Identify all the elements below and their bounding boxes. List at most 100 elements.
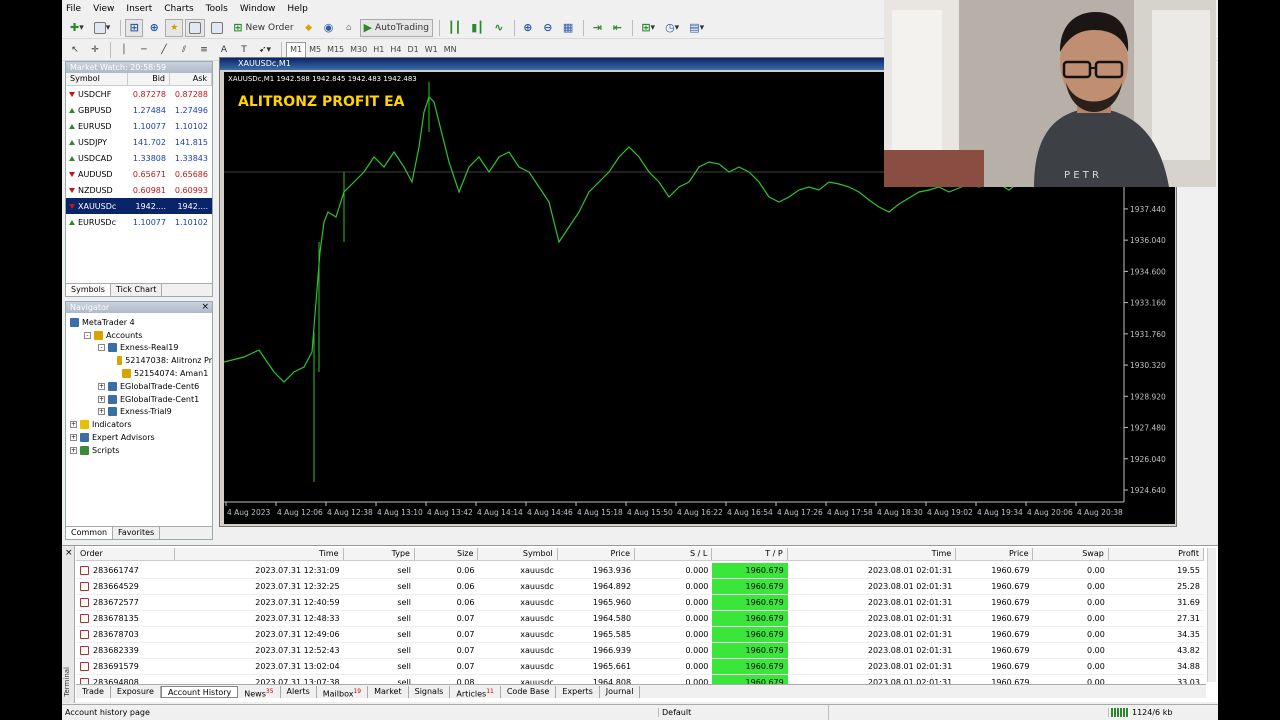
table-row[interactable]: 283661747 2023.07.31 12:31:09 sell 0.06 xauu… <box>76 563 1204 579</box>
timeframe-d1[interactable]: D1 <box>404 42 421 58</box>
candlestick-icon[interactable]: ▮┃ <box>467 19 488 37</box>
close-icon[interactable]: × <box>201 302 209 313</box>
col-open-time[interactable]: Time <box>175 548 344 560</box>
tab-alerts[interactable]: Alerts <box>281 685 317 698</box>
navigator-item[interactable]: 52154074: Aman1 <box>66 367 212 380</box>
timeframe-h1[interactable]: H1 <box>370 42 387 58</box>
market-watch-toggle-icon[interactable]: ⊞ <box>125 18 144 37</box>
templates-icon[interactable]: ▤ ▾ <box>685 19 708 37</box>
menu-charts[interactable]: Charts <box>164 4 193 14</box>
menu-help[interactable]: Help <box>287 4 308 14</box>
navigator-item[interactable]: 52147038: Alitronz Pr <box>66 354 212 367</box>
tab-articles[interactable]: Articles11 <box>450 685 501 698</box>
tab-journal[interactable]: Journal <box>600 685 641 698</box>
market-watch-row[interactable]: USDCAD 1.33808 1.33843 <box>66 150 212 166</box>
market-watch-row[interactable]: XAUUSDc 1942.... 1942.... <box>66 198 212 214</box>
market-watch-row[interactable]: GBPUSD 1.27484 1.27496 <box>66 102 212 118</box>
horizontal-line-icon[interactable]: ─ <box>135 41 153 59</box>
table-row[interactable]: 283682339 2023.07.31 12:52:43 sell 0.07 xauu… <box>76 643 1204 659</box>
col-open-price[interactable]: Price <box>558 548 636 560</box>
channel-icon[interactable]: ⫽ <box>175 41 193 59</box>
tab-exposure[interactable]: Exposure <box>111 685 161 698</box>
col-stop-loss[interactable]: S / L <box>635 548 713 560</box>
arrows-icon[interactable]: ➹▾ <box>255 41 275 59</box>
market-watch-row[interactable]: USDCHF 0.87278 0.87288 <box>66 86 212 102</box>
expand-icon[interactable]: + <box>98 408 105 416</box>
col-take-profit[interactable]: T / P <box>712 548 788 560</box>
navigator-item[interactable]: - Exness-Real19 <box>66 342 212 355</box>
tab-tick-chart[interactable]: Tick Chart <box>111 284 163 296</box>
signals-icon[interactable]: ◉ <box>320 19 338 37</box>
menu-tools[interactable]: Tools <box>206 4 228 14</box>
timeframe-m5[interactable]: M5 <box>306 42 324 58</box>
table-row[interactable]: 283678703 2023.07.31 12:49:06 sell 0.07 xauu… <box>76 627 1204 643</box>
indicators-icon[interactable]: ⊞ ▾ <box>637 19 659 37</box>
close-icon[interactable]: × <box>65 548 73 558</box>
col-type[interactable]: Type <box>344 548 415 560</box>
timeframe-mn[interactable]: MN <box>441 42 460 58</box>
menu-insert[interactable]: Insert <box>126 4 152 14</box>
col-size[interactable]: Size <box>415 548 479 560</box>
tab-favorites[interactable]: Favorites <box>113 527 161 539</box>
line-chart-icon[interactable]: ∿ <box>490 19 508 37</box>
col-order[interactable]: Order <box>76 548 176 560</box>
tab-experts[interactable]: Experts <box>556 685 600 698</box>
menu-view[interactable]: View <box>93 4 114 14</box>
col-symbol[interactable]: Symbol <box>66 73 128 85</box>
navigator-item[interactable]: + Indicators <box>66 418 212 431</box>
market-icon[interactable]: ⌂ <box>340 19 358 37</box>
terminal-toggle-icon[interactable] <box>185 18 206 37</box>
tab-news[interactable]: News35 <box>238 685 281 698</box>
fibonacci-icon[interactable]: ≡ <box>195 41 213 59</box>
table-row[interactable]: 283664529 2023.07.31 12:32:25 sell 0.06 xauu… <box>76 579 1204 595</box>
menu-file[interactable]: File <box>66 4 81 14</box>
autotrading-button[interactable]: ▶ AutoTrading <box>359 18 433 37</box>
tab-signals[interactable]: Signals <box>409 685 451 698</box>
collapse-icon[interactable]: - <box>98 344 105 352</box>
col-ask[interactable]: Ask <box>170 73 212 85</box>
tab-market[interactable]: Market <box>368 685 409 698</box>
navigator-item[interactable]: - Accounts <box>66 329 212 342</box>
col-swap[interactable]: Swap <box>1033 548 1109 560</box>
col-symbol[interactable]: Symbol <box>478 548 558 560</box>
col-close-price[interactable]: Price <box>956 548 1034 560</box>
expand-icon[interactable]: + <box>70 434 77 442</box>
timeframe-m15[interactable]: M15 <box>324 42 347 58</box>
periods-icon[interactable]: ◷ ▾ <box>661 19 683 37</box>
market-watch-row[interactable]: USDJPY 141.702 141.815 <box>66 134 212 150</box>
timeframe-m1[interactable]: M1 <box>286 41 307 58</box>
col-close-time[interactable]: Time <box>788 548 957 560</box>
navigator-item[interactable]: + Expert Advisors <box>66 431 212 444</box>
tab-code-base[interactable]: Code Base <box>501 685 557 698</box>
tester-icon[interactable] <box>207 19 227 37</box>
collapse-icon[interactable]: - <box>84 331 91 339</box>
col-profit[interactable]: Profit <box>1109 548 1204 560</box>
cursor-icon[interactable]: ↖ <box>66 41 84 59</box>
auto-scroll-icon[interactable]: ⇥ <box>588 19 606 37</box>
metaeditor-icon[interactable]: ◆ <box>300 19 318 37</box>
timeframe-m30[interactable]: M30 <box>347 42 370 58</box>
expand-icon[interactable]: + <box>70 446 77 454</box>
market-watch-row[interactable]: AUDUSD 0.65671 0.65686 <box>66 166 212 182</box>
navigator-item[interactable]: + EGlobalTrade-Cent6 <box>66 380 212 393</box>
table-row[interactable]: 283691579 2023.07.31 13:02:04 sell 0.07 xauu… <box>76 659 1204 675</box>
expand-icon[interactable]: + <box>98 395 105 403</box>
text-label-icon[interactable]: T <box>235 41 253 59</box>
navigator-item[interactable]: + EGlobalTrade-Cent1 <box>66 393 212 406</box>
chart-shift-icon[interactable]: ⇤ <box>608 19 626 37</box>
history-scrollbar[interactable] <box>1207 548 1216 682</box>
col-bid[interactable]: Bid <box>128 73 170 85</box>
zoom-out-icon[interactable]: ⊖ <box>539 19 557 37</box>
vertical-line-icon[interactable]: │ <box>115 41 133 59</box>
tile-windows-icon[interactable]: ▦ <box>559 19 577 37</box>
tab-common[interactable]: Common <box>66 527 114 539</box>
timeframe-h4[interactable]: H4 <box>387 42 404 58</box>
navigator-item[interactable]: MetaTrader 4 <box>66 316 212 329</box>
market-watch-row[interactable]: EURUSD 1.10077 1.10102 <box>66 118 212 134</box>
expand-icon[interactable]: + <box>70 421 77 429</box>
table-row[interactable]: 283672577 2023.07.31 12:40:59 sell 0.06 xauu… <box>76 595 1204 611</box>
profiles-icon[interactable]: ▾ <box>90 19 115 37</box>
text-icon[interactable]: A <box>215 41 233 59</box>
menu-window[interactable]: Window <box>240 4 276 14</box>
bar-chart-icon[interactable]: ┃┃ <box>444 19 465 37</box>
